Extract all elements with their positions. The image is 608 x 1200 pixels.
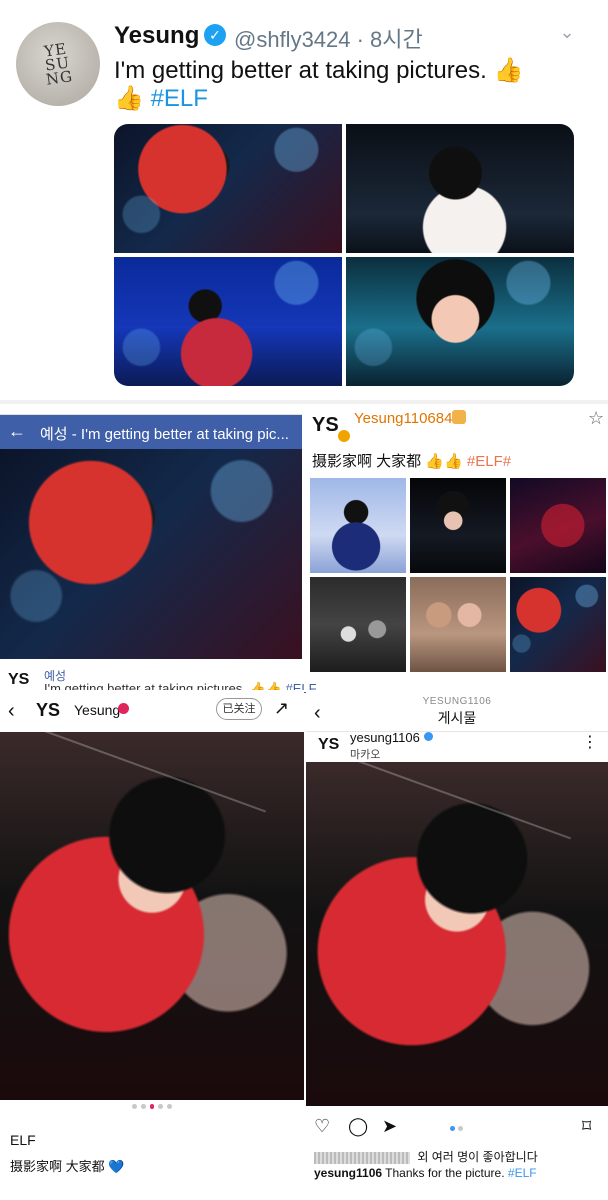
avatar-logo-text: YE SU NG xyxy=(43,39,75,89)
facebook-post: ← 예성 - I'm getting better at taking pic.… xyxy=(0,414,317,696)
hashtag-elf[interactable]: #ELF xyxy=(151,85,208,112)
post-caption: 摄影家啊 大家都 💙 xyxy=(10,1156,124,1175)
tweet-photo-1[interactable] xyxy=(114,124,342,253)
post-username[interactable]: yesung1106 xyxy=(350,730,420,745)
instagram-post-right: ‹ YESUNG1106 게시물 YS yesung1106 마카오 ⋮ ♡ ◯… xyxy=(306,690,608,1200)
facebook-post-image[interactable] xyxy=(0,449,302,659)
level-badge-icon xyxy=(452,410,466,424)
page-title: 게시물 xyxy=(437,710,477,726)
carousel-dot xyxy=(167,1104,172,1109)
instagram-post-image[interactable] xyxy=(306,762,608,1106)
weibo-photo-3[interactable] xyxy=(510,478,606,573)
instagram-username[interactable]: Yesung xyxy=(74,702,120,718)
tweet-text-line-2: 👍 #ELF xyxy=(114,84,208,113)
instagram-post-left: ‹ YS Yesung 已关注 ↗ ELF 摄影家啊 大家都 💙 xyxy=(0,690,304,1200)
verified-badge-icon xyxy=(118,703,129,714)
caption-username[interactable]: yesung1106 xyxy=(314,1166,382,1180)
post-caption: yesung1106 Thanks for the picture. #ELF xyxy=(314,1166,537,1180)
tweet-photo-4[interactable] xyxy=(346,257,574,386)
weibo-photo-6[interactable] xyxy=(510,577,606,672)
thumbs-up-emoji: 👍 xyxy=(114,85,144,112)
vip-badge-icon xyxy=(338,430,350,442)
blue-heart-icon: 💙 xyxy=(108,1159,125,1174)
hashtag-elf[interactable]: #ELF# xyxy=(467,453,511,470)
facebook-post-title: 예성 - I'm getting better at taking pic... xyxy=(40,426,289,443)
share-icon[interactable]: ↗ xyxy=(274,698,294,718)
weibo-photo-grid xyxy=(310,478,606,672)
tweet-card: YE SU NG Yesung ✓ @shfly3424 · 8시간 ⌄ I'm g… xyxy=(0,0,608,400)
carousel-dots xyxy=(450,1126,470,1132)
ys-logo: YS xyxy=(312,414,339,436)
send-icon[interactable]: ➤ xyxy=(382,1116,397,1137)
post-location[interactable]: 마카오 xyxy=(350,746,380,762)
instagram-account-handle: YESUNG1106 xyxy=(422,696,492,707)
weibo-post: YS Yesung110684 ☆ 摄影家啊 大家都 👍👍 #ELF# xyxy=(306,404,608,672)
tweet-text-line-1: I'm getting better at taking pictures. 👍 xyxy=(114,57,524,84)
more-options-icon[interactable]: ⋮ xyxy=(582,732,598,752)
caption-text: Thanks for the picture. xyxy=(385,1166,505,1180)
tweet-photo-2[interactable] xyxy=(346,124,574,253)
comment-icon[interactable]: ◯ xyxy=(348,1116,368,1137)
avatar[interactable]: YE SU NG xyxy=(16,22,100,106)
tweet-media-grid xyxy=(114,124,574,386)
carousel-dots xyxy=(132,1104,172,1112)
tweet-author-name[interactable]: Yesung xyxy=(114,22,199,50)
weibo-photo-4[interactable] xyxy=(310,577,406,672)
star-icon[interactable]: ☆ xyxy=(588,408,604,429)
weibo-username[interactable]: Yesung110684 xyxy=(354,410,452,427)
back-arrow-icon[interactable]: ← xyxy=(8,421,28,441)
follow-button[interactable]: 已关注 xyxy=(216,698,262,720)
chevron-down-icon[interactable]: ⌄ xyxy=(556,22,578,44)
weibo-text-body: 摄影家啊 大家都 👍👍 xyxy=(312,453,463,470)
back-chevron-icon[interactable]: ‹ xyxy=(8,700,15,723)
weibo-photo-1[interactable] xyxy=(310,478,406,573)
likes-summary: 외 여러 명이 좋아합니다 xyxy=(314,1148,538,1165)
likes-text: 외 여러 명이 좋아합니다 xyxy=(417,1150,538,1164)
carousel-dot-active xyxy=(149,1104,155,1109)
verified-badge-icon xyxy=(424,732,433,741)
carousel-dot xyxy=(158,1104,164,1109)
ys-logo: YS xyxy=(8,671,30,688)
weibo-photo-2[interactable] xyxy=(410,478,506,573)
post-first-line: ELF xyxy=(10,1132,36,1148)
carousel-dot xyxy=(140,1104,146,1109)
instagram-post-image[interactable] xyxy=(0,732,304,1100)
weibo-photo-5[interactable] xyxy=(410,577,506,672)
heart-icon[interactable]: ♡ xyxy=(314,1116,330,1137)
ys-logo: YS xyxy=(318,736,340,753)
facebook-top-bar: ← 예성 - I'm getting better at taking pic.… xyxy=(0,415,302,449)
carousel-dot-active xyxy=(450,1126,455,1131)
ys-logo: YS xyxy=(36,700,61,720)
bookmark-icon[interactable]: ⌑ xyxy=(582,1116,591,1137)
weibo-text: 摄影家啊 大家都 👍👍 #ELF# xyxy=(312,450,511,471)
verified-badge-icon: ✓ xyxy=(204,24,226,46)
carousel-dot xyxy=(132,1104,137,1109)
carousel-dot xyxy=(458,1126,463,1131)
blurred-likers xyxy=(314,1151,410,1164)
tweet-handle-time: @shfly3424 · 8시간 xyxy=(234,27,423,52)
tweet-photo-3[interactable] xyxy=(114,257,342,386)
instagram-top-bar: ‹ YESUNG1106 게시물 xyxy=(306,690,608,732)
post-caption-text: 摄影家啊 大家都 xyxy=(10,1159,105,1174)
hashtag-elf[interactable]: #ELF xyxy=(508,1166,537,1180)
